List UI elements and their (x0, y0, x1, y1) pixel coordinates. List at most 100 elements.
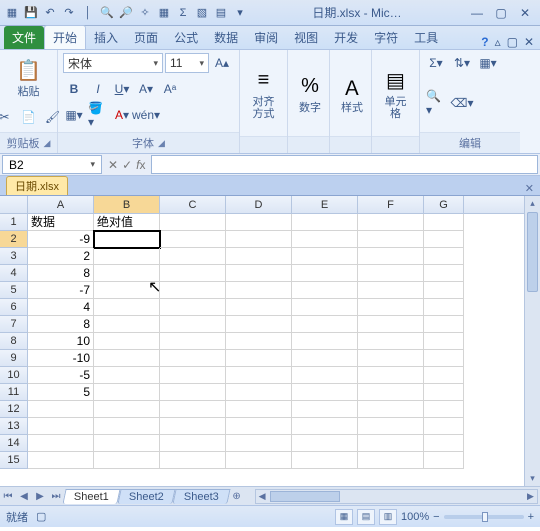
cell-C14[interactable] (160, 435, 226, 452)
cell-C11[interactable] (160, 384, 226, 401)
cell-E5[interactable] (292, 282, 358, 299)
workbook-close-icon[interactable]: ✕ (525, 182, 534, 195)
autosum-icon[interactable]: Σ (175, 5, 191, 21)
select-all-corner[interactable] (0, 196, 28, 213)
cell-G12[interactable] (424, 401, 464, 418)
page-break-view-icon[interactable]: ▥ (379, 509, 397, 525)
find-button[interactable]: 🔍▾ (425, 93, 447, 113)
workbook-tab[interactable]: 日期.xlsx (6, 176, 68, 195)
cell-F11[interactable] (358, 384, 424, 401)
cell-B13[interactable] (94, 418, 160, 435)
zoom-out-icon[interactable]: − (433, 511, 439, 523)
cell-A8[interactable]: 10 (28, 333, 94, 350)
cell-D13[interactable] (226, 418, 292, 435)
chart-icon[interactable]: ▧ (194, 5, 210, 21)
tab-insert[interactable]: 插入 (86, 26, 126, 49)
cell-F8[interactable] (358, 333, 424, 350)
cell-A12[interactable] (28, 401, 94, 418)
cell-D12[interactable] (226, 401, 292, 418)
cell-E12[interactable] (292, 401, 358, 418)
cell-E4[interactable] (292, 265, 358, 282)
sheet-nav-last-icon[interactable]: ⏭ (48, 491, 64, 502)
macro-record-icon[interactable]: ▢ (36, 510, 46, 523)
fx-icon[interactable]: fx (136, 158, 145, 172)
paste-button[interactable]: 📋 粘贴 (10, 53, 48, 101)
zoom-icon[interactable]: 🔎 (118, 5, 134, 21)
styles-button[interactable]: Ａ样式 (335, 53, 369, 133)
cell-F13[interactable] (358, 418, 424, 435)
row-header-6[interactable]: 6 (0, 299, 28, 316)
ribbon-minimize-icon[interactable]: ▵ (495, 35, 501, 49)
tab-view[interactable]: 视图 (286, 26, 326, 49)
cell-D14[interactable] (226, 435, 292, 452)
cell-D10[interactable] (226, 367, 292, 384)
copy-icon[interactable]: 📄 (18, 107, 40, 127)
cell-F10[interactable] (358, 367, 424, 384)
cell-E9[interactable] (292, 350, 358, 367)
tab-tools[interactable]: 工具 (406, 26, 446, 49)
cell-F9[interactable] (358, 350, 424, 367)
zoom-in-icon[interactable]: + (528, 511, 534, 523)
new-sheet-icon[interactable]: ⊕ (229, 491, 245, 502)
cell-G15[interactable] (424, 452, 464, 469)
table-icon[interactable]: ▦ (156, 5, 172, 21)
scroll-up-icon[interactable]: ▴ (525, 196, 540, 211)
cell-D8[interactable] (226, 333, 292, 350)
tab-review[interactable]: 审阅 (246, 26, 286, 49)
cell-F15[interactable] (358, 452, 424, 469)
tab-home[interactable]: 开始 (44, 25, 86, 49)
underline-button[interactable]: U ▾ (111, 79, 133, 99)
row-header-15[interactable]: 15 (0, 452, 28, 469)
cell-A6[interactable]: 4 (28, 299, 94, 316)
italic-button[interactable]: I (87, 79, 109, 99)
row-header-3[interactable]: 3 (0, 248, 28, 265)
sheet-tab-3[interactable]: Sheet3 (172, 489, 230, 504)
col-C[interactable]: C (160, 196, 226, 213)
page-layout-view-icon[interactable]: ▤ (357, 509, 375, 525)
cell-D15[interactable] (226, 452, 292, 469)
name-box[interactable]: B2▾ (2, 155, 102, 174)
cell-D1[interactable] (226, 214, 292, 231)
cell-C9[interactable] (160, 350, 226, 367)
border-button[interactable]: ▦▾ (63, 105, 85, 125)
col-G[interactable]: G (424, 196, 464, 213)
font-color-button[interactable]: A▾ (111, 105, 133, 125)
cell-B1[interactable]: 绝对值 (94, 214, 160, 231)
hscroll-thumb[interactable] (270, 491, 340, 502)
clear-button[interactable]: ⌫▾ (451, 93, 473, 113)
cell-D7[interactable] (226, 316, 292, 333)
cell-G5[interactable] (424, 282, 464, 299)
cell-B15[interactable] (94, 452, 160, 469)
cell-A11[interactable]: 5 (28, 384, 94, 401)
sheet-tab-2[interactable]: Sheet2 (117, 489, 175, 504)
cell-B12[interactable] (94, 401, 160, 418)
bold-button[interactable]: B (63, 79, 85, 99)
phonetic-button[interactable]: wén▾ (135, 105, 157, 125)
cell-G4[interactable] (424, 265, 464, 282)
cell-C2[interactable] (160, 231, 226, 248)
cell-C4[interactable] (160, 265, 226, 282)
cell-B11[interactable] (94, 384, 160, 401)
cell-C15[interactable] (160, 452, 226, 469)
cell-B14[interactable] (94, 435, 160, 452)
cell-G8[interactable] (424, 333, 464, 350)
fill-color-button[interactable]: 🪣▾ (87, 105, 109, 125)
sheet-nav-first-icon[interactable]: ⏮ (0, 491, 16, 502)
undo-icon[interactable]: ↶ (42, 5, 58, 21)
vscroll-thumb[interactable] (527, 212, 538, 292)
cell-A5[interactable]: -7 (28, 282, 94, 299)
cell-B10[interactable] (94, 367, 160, 384)
cell-D9[interactable] (226, 350, 292, 367)
cell-B7[interactable] (94, 316, 160, 333)
cell-E10[interactable] (292, 367, 358, 384)
sheet-tab-1[interactable]: Sheet1 (62, 489, 120, 504)
cell-B2[interactable] (94, 231, 160, 248)
scroll-left-icon[interactable]: ◀ (256, 490, 269, 503)
cell-B9[interactable] (94, 350, 160, 367)
cell-G14[interactable] (424, 435, 464, 452)
cell-F12[interactable] (358, 401, 424, 418)
cancel-fx-icon[interactable]: ✕ (108, 158, 118, 172)
cell-F14[interactable] (358, 435, 424, 452)
cell-E2[interactable] (292, 231, 358, 248)
cell-C8[interactable] (160, 333, 226, 350)
